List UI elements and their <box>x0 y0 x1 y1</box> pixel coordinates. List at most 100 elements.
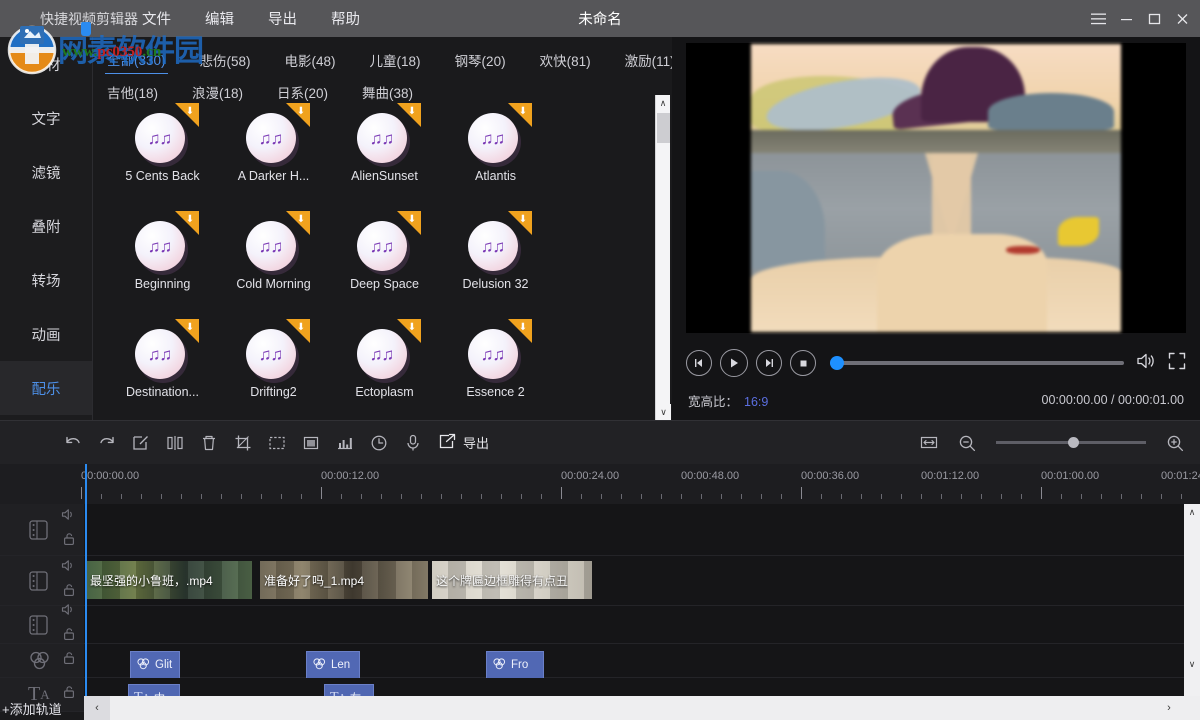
speaker-icon[interactable] <box>61 603 76 621</box>
music-item[interactable]: ♫♫⬇Atlantis <box>440 101 551 209</box>
sidebar-item-transition[interactable]: 转场 <box>0 253 92 307</box>
speed-icon[interactable] <box>362 428 396 458</box>
music-item[interactable]: ♫♫⬇Deep Space <box>329 209 440 317</box>
track-header[interactable] <box>0 556 84 605</box>
music-thumb[interactable]: ♫♫⬇ <box>349 211 421 273</box>
minimize-icon[interactable] <box>1112 0 1140 37</box>
music-thumb[interactable]: ♫♫⬇ <box>127 211 199 273</box>
speaker-icon[interactable] <box>61 559 76 577</box>
music-thumb[interactable]: ♫♫⬇ <box>460 319 532 381</box>
crop-icon[interactable] <box>226 428 260 458</box>
music-item[interactable]: ♫♫⬇Delusion 32 <box>440 209 551 317</box>
seek-bar[interactable] <box>830 361 1124 365</box>
video-clip[interactable]: 这个牌匾边框雕得有点丑 <box>432 561 592 599</box>
music-thumb[interactable]: ♫♫⬇ <box>460 103 532 165</box>
sidebar-item-text[interactable]: 文字 <box>0 91 92 145</box>
timeline-vertical-scrollbar[interactable]: ∧ ∨ <box>1184 504 1200 696</box>
music-item[interactable]: ♫♫⬇AlienSunset <box>329 101 440 209</box>
category-kids[interactable]: 儿童(18) <box>368 46 423 74</box>
track-header[interactable] <box>0 644 84 677</box>
hscroll-right-icon[interactable]: › <box>1156 696 1182 720</box>
effect-clip[interactable]: Glit <box>130 651 180 679</box>
mask-icon[interactable] <box>260 428 294 458</box>
delete-icon[interactable] <box>192 428 226 458</box>
music-thumb[interactable]: ♫♫⬇ <box>127 103 199 165</box>
category-happy[interactable]: 欢快(81) <box>538 46 593 74</box>
close-icon[interactable] <box>1168 0 1196 37</box>
video-track-3[interactable] <box>0 606 1200 644</box>
category-inspiring[interactable]: 激励(11) <box>623 46 677 74</box>
music-thumb[interactable]: ♫♫⬇ <box>460 211 532 273</box>
video-clip[interactable]: 准备好了吗_1.mp4 <box>260 561 428 599</box>
menu-edit[interactable]: 编辑 <box>205 8 234 29</box>
lock-open-icon[interactable] <box>62 651 76 670</box>
lock-open-icon[interactable] <box>62 583 76 602</box>
add-track-button[interactable]: +添加轨道 <box>0 696 240 720</box>
menu-export[interactable]: 导出 <box>268 8 297 29</box>
sidebar-item-music[interactable]: 配乐 <box>0 361 92 415</box>
mic-icon[interactable] <box>396 428 430 458</box>
video-stage[interactable] <box>686 43 1186 333</box>
music-thumb[interactable]: ♫♫⬇ <box>127 319 199 381</box>
music-item[interactable]: ♫♫⬇Beginning <box>107 209 218 317</box>
music-thumb[interactable]: ♫♫⬇ <box>238 103 310 165</box>
menu-file[interactable]: 文件 <box>142 8 171 29</box>
music-item[interactable]: ♫♫⬇5 Cents Back <box>107 101 218 209</box>
split-icon[interactable] <box>158 428 192 458</box>
scroll-up-icon[interactable]: ∧ <box>656 95 670 111</box>
volume-icon[interactable] <box>1136 352 1156 375</box>
track-body[interactable]: Glit Len Fro <box>84 644 1200 677</box>
music-item[interactable]: ♫♫⬇Drifting2 <box>218 317 329 420</box>
zoom-slider-handle[interactable] <box>1068 437 1079 448</box>
music-item[interactable]: ♫♫⬇Essence 2 <box>440 317 551 420</box>
effect-clip[interactable]: Len <box>306 651 360 679</box>
zoom-out-button[interactable] <box>950 428 984 458</box>
video-track-2[interactable]: 最坚强的小鲁班，.mp4准备好了吗_1.mp4这个牌匾边框雕得有点丑 <box>0 556 1200 606</box>
timeline-scroll-up-icon[interactable]: ∧ <box>1184 504 1200 520</box>
play-button[interactable] <box>720 349 748 377</box>
menu-help[interactable]: 帮助 <box>331 8 360 29</box>
fullscreen-icon[interactable] <box>1168 352 1186 375</box>
audio-levels-icon[interactable] <box>328 428 362 458</box>
music-thumb[interactable]: ♫♫⬇ <box>238 319 310 381</box>
track-body[interactable] <box>84 606 1200 643</box>
scrollbar-thumb[interactable] <box>657 113 670 143</box>
zoom-slider[interactable] <box>996 441 1146 444</box>
undo-icon[interactable] <box>56 428 90 458</box>
scroll-down-icon[interactable]: ∨ <box>656 404 671 420</box>
timeline-scroll-down-icon[interactable]: ∨ <box>1184 656 1200 672</box>
zoom-in-button[interactable] <box>1158 428 1192 458</box>
next-frame-button[interactable] <box>756 350 782 376</box>
prev-frame-button[interactable] <box>686 350 712 376</box>
category-piano[interactable]: 钢琴(20) <box>453 46 508 74</box>
track-body[interactable] <box>84 504 1200 555</box>
video-track-1[interactable] <box>0 504 1200 556</box>
sidebar-item-media[interactable]: 素材 <box>0 37 92 91</box>
music-item[interactable]: ♫♫⬇Cold Morning <box>218 209 329 317</box>
music-thumb[interactable]: ♫♫⬇ <box>349 319 421 381</box>
fit-to-window-icon[interactable] <box>912 428 946 458</box>
sidebar-item-overlay[interactable]: 叠附 <box>0 199 92 253</box>
stop-button[interactable] <box>790 350 816 376</box>
redo-icon[interactable] <box>90 428 124 458</box>
mosaic-icon[interactable] <box>294 428 328 458</box>
track-header[interactable] <box>0 504 84 555</box>
hamburger-menu-icon[interactable] <box>1084 0 1112 37</box>
export-button[interactable]: 导出 <box>438 433 489 453</box>
maximize-icon[interactable] <box>1140 0 1168 37</box>
lock-open-icon[interactable] <box>62 532 76 551</box>
sidebar-item-animation[interactable]: 动画 <box>0 307 92 361</box>
music-thumb[interactable]: ♫♫⬇ <box>238 211 310 273</box>
effect-track[interactable]: Glit Len Fro <box>0 644 1200 678</box>
speaker-icon[interactable] <box>61 508 76 526</box>
category-all[interactable]: 全部(330) <box>105 45 168 74</box>
video-clip[interactable]: 最坚强的小鲁班，.mp4 <box>86 561 252 599</box>
music-item[interactable]: ♫♫⬇Destination... <box>107 317 218 420</box>
category-sad[interactable]: 悲伤(58) <box>198 46 253 74</box>
timeline-horizontal-scrollbar[interactable]: ‹ › <box>84 696 1200 720</box>
sidebar-item-filter[interactable]: 滤镜 <box>0 145 92 199</box>
effect-clip[interactable]: Fro <box>486 651 544 679</box>
track-header[interactable] <box>0 606 84 643</box>
music-item[interactable]: ♫♫⬇Ectoplasm <box>329 317 440 420</box>
track-body[interactable]: 最坚强的小鲁班，.mp4准备好了吗_1.mp4这个牌匾边框雕得有点丑 <box>84 556 1200 605</box>
